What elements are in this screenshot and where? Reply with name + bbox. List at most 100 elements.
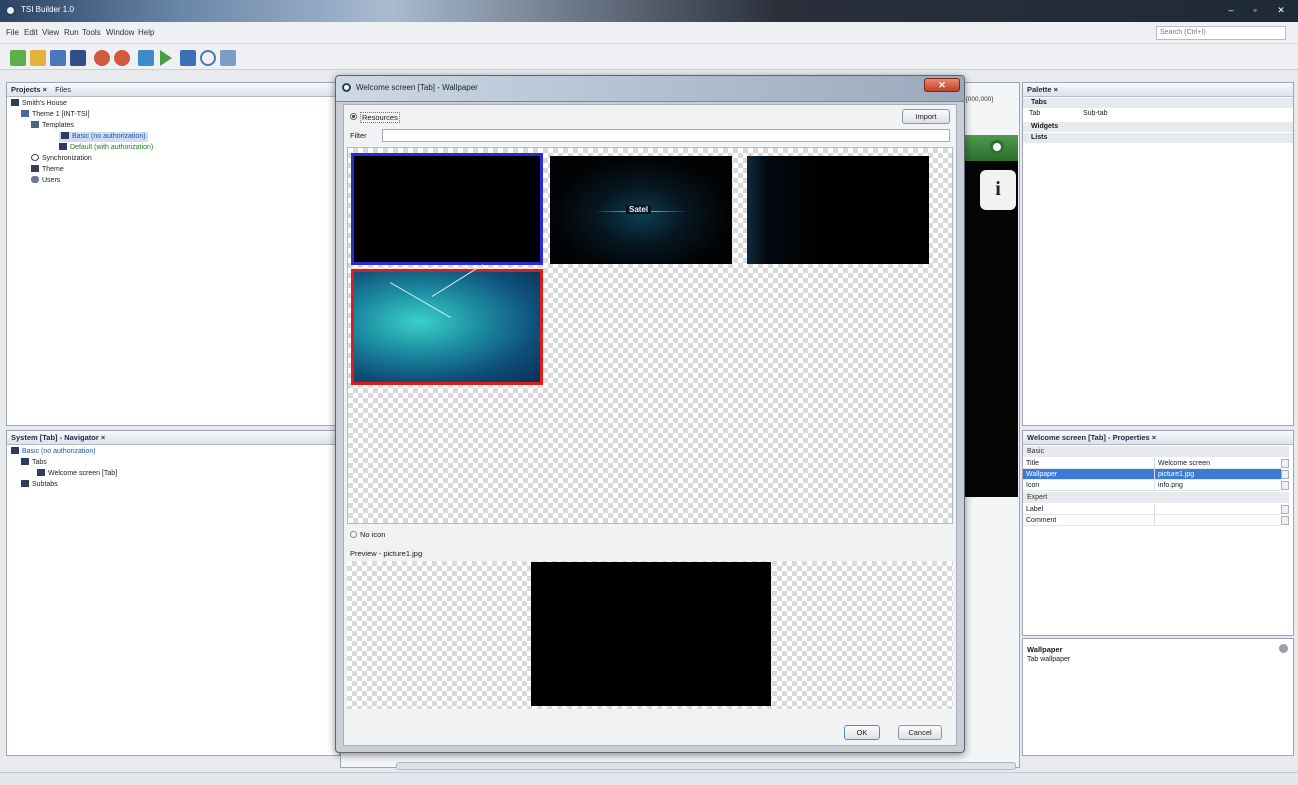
menu-window[interactable]: Window — [106, 28, 134, 37]
save-icon[interactable] — [50, 50, 66, 66]
close-window-button[interactable]: ✕ — [1268, 3, 1294, 18]
nav-item-basic[interactable]: Basic (no authorization) — [11, 447, 96, 457]
teal-light-streak — [389, 282, 451, 318]
tree-item-theme-int[interactable]: Theme 1 [INT-TSI] — [21, 110, 90, 120]
users-icon — [31, 176, 39, 183]
theme-icon — [21, 110, 29, 117]
redo-icon[interactable] — [114, 50, 130, 66]
palette-panel-header: Palette × — [1023, 83, 1293, 97]
filter-input[interactable] — [382, 129, 950, 142]
preview-area — [347, 561, 953, 709]
dialog-close-button[interactable]: ✕ — [924, 78, 960, 92]
menu-run[interactable]: Run — [64, 28, 79, 37]
run-icon[interactable] — [160, 50, 172, 66]
edit-property-button[interactable] — [1281, 481, 1289, 490]
debug-icon[interactable] — [180, 50, 196, 66]
horizontal-scrollbar[interactable] — [396, 762, 1016, 770]
preview-label: Preview - picture1.jpg — [350, 549, 423, 558]
home-icon[interactable] — [990, 140, 1004, 154]
menu-edit[interactable]: Edit — [24, 28, 38, 37]
maximize-button[interactable]: ▫ — [1244, 3, 1266, 18]
palette-section-tabs[interactable]: Tabs — [1023, 98, 1293, 108]
tree-item-theme[interactable]: Theme — [31, 165, 64, 175]
edit-property-button[interactable] — [1281, 505, 1289, 514]
undo-icon[interactable] — [94, 50, 110, 66]
resources-label: Resources — [360, 112, 400, 123]
ok-button[interactable]: OK — [844, 725, 880, 740]
menu-file[interactable]: File — [6, 28, 19, 37]
properties-panel: Welcome screen [Tab] - Properties × Basi… — [1022, 430, 1294, 636]
palette-section-widgets[interactable]: Widgets — [1023, 122, 1293, 132]
tree-item-synchronization[interactable]: Synchronization — [31, 154, 92, 164]
no-icon-radio[interactable] — [350, 531, 357, 538]
build-icon[interactable] — [138, 50, 154, 66]
status-bar — [0, 772, 1298, 785]
property-row-label[interactable]: Label — [1023, 504, 1289, 515]
thumbnail-satel[interactable]: Satel — [550, 156, 732, 264]
open-project-icon[interactable] — [30, 50, 46, 66]
palette-section-lists[interactable]: Lists — [1023, 133, 1293, 143]
preview-image — [531, 562, 771, 706]
nav-item-subtabs[interactable]: Subtabs — [21, 480, 58, 490]
property-row-icon[interactable]: Icon info.png — [1023, 480, 1289, 491]
folder-icon — [31, 165, 39, 172]
nav-item-tabs[interactable]: Tabs — [21, 458, 47, 468]
tree-item-templates[interactable]: Templates — [31, 121, 74, 131]
projects-panel-header: Projects × Files — [7, 83, 339, 97]
tab-icon — [37, 469, 45, 476]
info-icon[interactable]: i — [980, 170, 1016, 210]
thumbnail-dark-glow[interactable] — [747, 156, 929, 264]
thumbnail-black[interactable] — [351, 153, 543, 265]
templates-icon — [31, 121, 39, 128]
teal-light-streak — [431, 264, 484, 297]
save-all-icon[interactable] — [70, 50, 86, 66]
palette-item-tab[interactable]: Tab — [1029, 110, 1040, 117]
refresh-icon[interactable] — [200, 50, 216, 66]
template-icon — [61, 132, 69, 139]
cancel-button[interactable]: Cancel — [898, 725, 942, 740]
dialog-app-icon — [342, 83, 351, 92]
property-row-wallpaper[interactable]: Wallpaper picture1.jpg — [1023, 469, 1289, 480]
minimize-button[interactable]: – — [1220, 3, 1242, 18]
dialog-body: Resources Import Filter Satel No icon Pr… — [343, 104, 957, 746]
help-title: Wallpaper — [1027, 645, 1063, 654]
property-row-title[interactable]: Title Welcome screen — [1023, 458, 1289, 469]
projects-panel: Projects × Files Smith's House Theme 1 [… — [6, 82, 340, 426]
help-text: Tab wallpaper — [1027, 656, 1071, 663]
nav-item-welcome-screen[interactable]: Welcome screen [Tab] — [37, 469, 117, 479]
tabs-icon — [21, 458, 29, 465]
palette-item-subtab[interactable]: Sub-tab — [1083, 110, 1108, 117]
edit-property-button[interactable] — [1281, 516, 1289, 525]
properties-section-expert[interactable]: Expert — [1023, 492, 1289, 503]
menu-help[interactable]: Help — [138, 28, 154, 37]
window-titlebar: TSI Builder 1.0 – ▫ ✕ — [0, 0, 1298, 22]
navigator-panel: System [Tab] - Navigator × Basic (no aut… — [6, 430, 340, 756]
menu-view[interactable]: View — [42, 28, 59, 37]
search-input[interactable]: Search (Ctrl+I) — [1156, 26, 1286, 40]
sync-icon[interactable] — [220, 50, 236, 66]
property-row-comment[interactable]: Comment — [1023, 515, 1289, 526]
filter-label: Filter — [350, 131, 367, 140]
wallpaper-dialog: Welcome screen [Tab] - Wallpaper ✕ Resou… — [335, 75, 965, 753]
tab-projects[interactable]: Projects × — [11, 85, 47, 94]
project-icon — [11, 99, 19, 106]
properties-section-basic[interactable]: Basic — [1023, 446, 1289, 457]
help-close-icon[interactable] — [1279, 644, 1288, 653]
import-button[interactable]: Import — [902, 109, 950, 124]
tab-files[interactable]: Files — [55, 85, 71, 94]
new-project-icon[interactable] — [10, 50, 26, 66]
properties-panel-header: Welcome screen [Tab] - Properties × — [1023, 431, 1293, 445]
template-icon — [11, 447, 19, 454]
dialog-titlebar: Welcome screen [Tab] - Wallpaper ✕ — [336, 76, 964, 102]
dialog-title: Welcome screen [Tab] - Wallpaper — [356, 83, 478, 92]
menu-tools[interactable]: Tools — [82, 28, 101, 37]
satel-logo-text: Satel — [626, 205, 652, 214]
thumbnail-teal-lines[interactable] — [351, 264, 543, 385]
resources-radio[interactable] — [350, 113, 357, 120]
tree-item-users[interactable]: Users — [31, 176, 60, 186]
tree-item-project[interactable]: Smith's House — [11, 99, 67, 109]
tree-item-default[interactable]: Default (with authorization) — [59, 143, 153, 153]
tree-item-basic[interactable]: Basic (no authorization) — [59, 132, 148, 142]
edit-property-button[interactable] — [1281, 459, 1289, 468]
edit-property-button[interactable] — [1281, 470, 1289, 479]
